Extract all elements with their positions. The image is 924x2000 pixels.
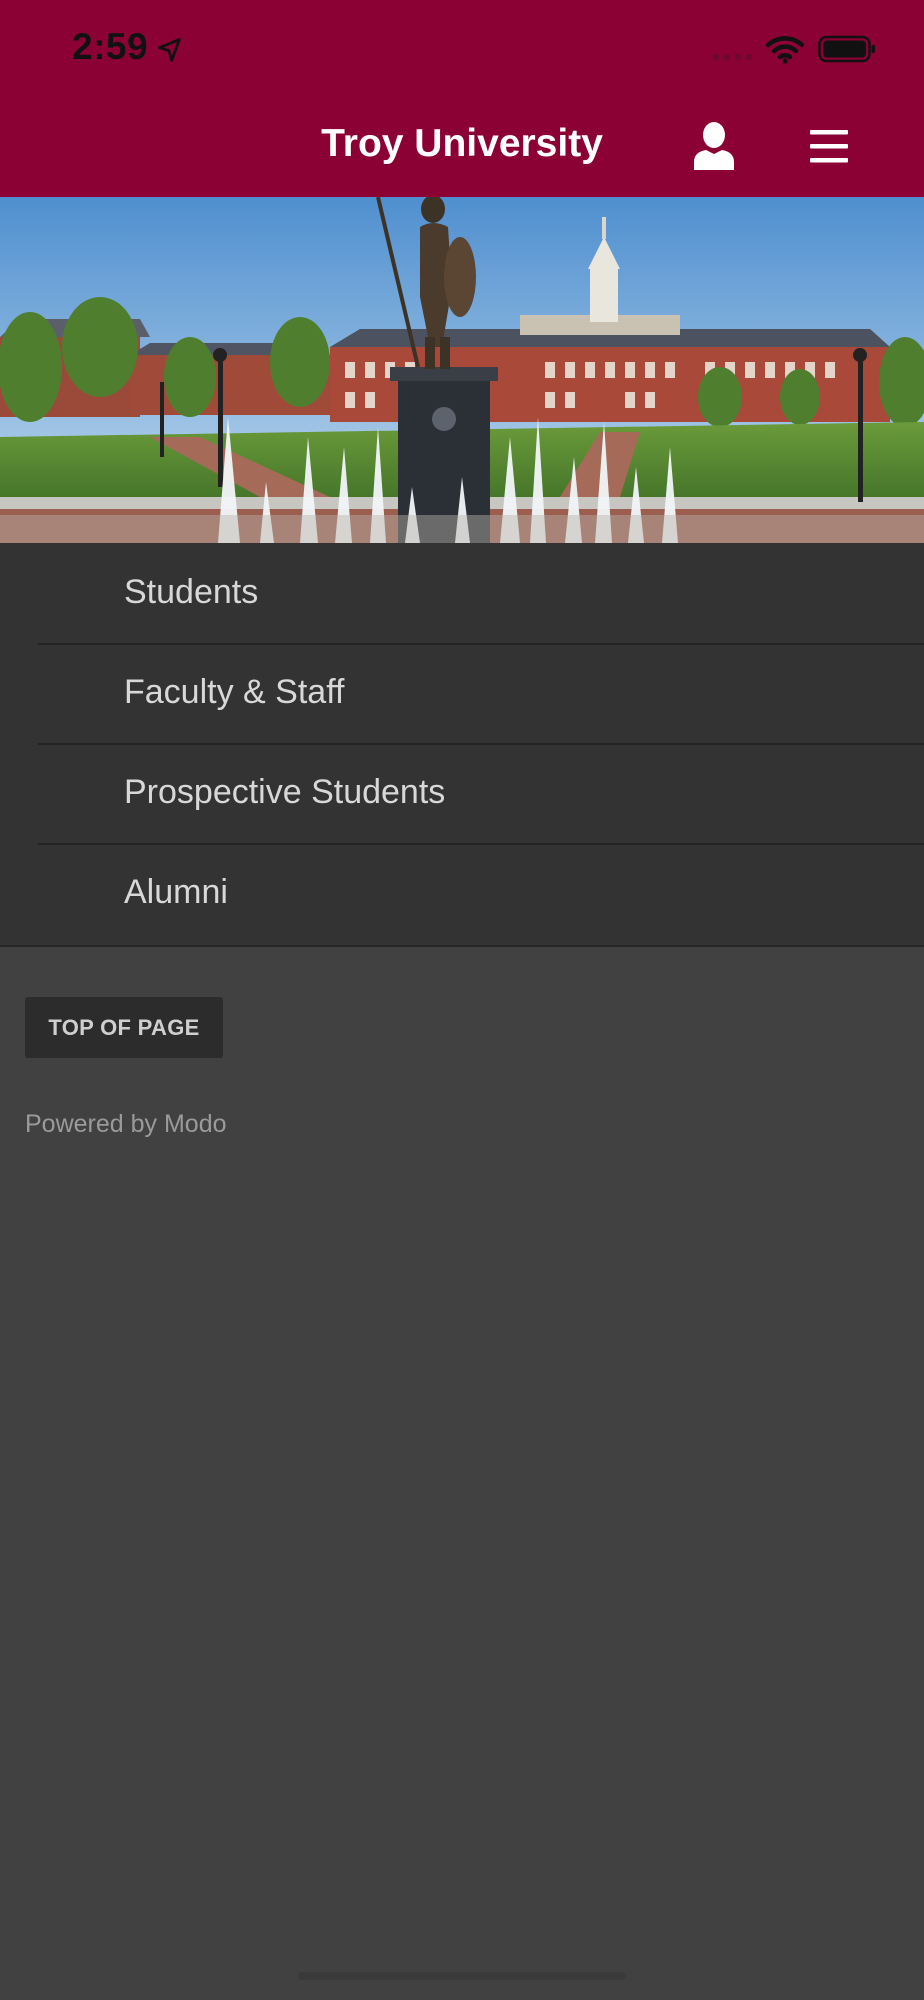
home-indicator[interactable] <box>298 1972 626 1980</box>
powered-by-text: Powered by Modo <box>25 1110 227 1138</box>
user-button[interactable] <box>690 120 738 172</box>
campus-banner <box>0 197 924 543</box>
cellular-signal-icon <box>712 53 753 61</box>
location-arrow-icon <box>158 38 181 62</box>
header-bar: 2:59 Troy University <box>0 0 924 197</box>
nav-list: Students Faculty & Staff Prospective Stu… <box>0 543 924 947</box>
nav-item-label: Students <box>124 573 259 611</box>
app-screen: 2:59 Troy University Students Faculty & … <box>0 0 924 2000</box>
top-of-page-button[interactable]: TOP OF PAGE <box>25 997 223 1058</box>
nav-item-prospective-students[interactable]: Prospective Students <box>38 743 924 845</box>
battery-full-icon <box>818 35 875 63</box>
nav-item-students[interactable]: Students <box>38 543 924 645</box>
nav-item-label: Faculty & Staff <box>124 673 345 711</box>
campus-photo <box>0 197 924 543</box>
header-title: Troy University <box>321 122 603 165</box>
nav-item-label: Prospective Students <box>124 773 446 811</box>
nav-item-alumni[interactable]: Alumni <box>38 843 924 943</box>
user-icon <box>694 122 734 170</box>
nav-item-faculty-staff[interactable]: Faculty & Staff <box>38 643 924 745</box>
hamburger-menu-icon <box>810 130 848 163</box>
nav-item-label: Alumni <box>124 873 228 911</box>
wifi-icon <box>766 36 804 64</box>
menu-button[interactable] <box>806 126 854 168</box>
status-time: 2:59 <box>72 26 149 67</box>
